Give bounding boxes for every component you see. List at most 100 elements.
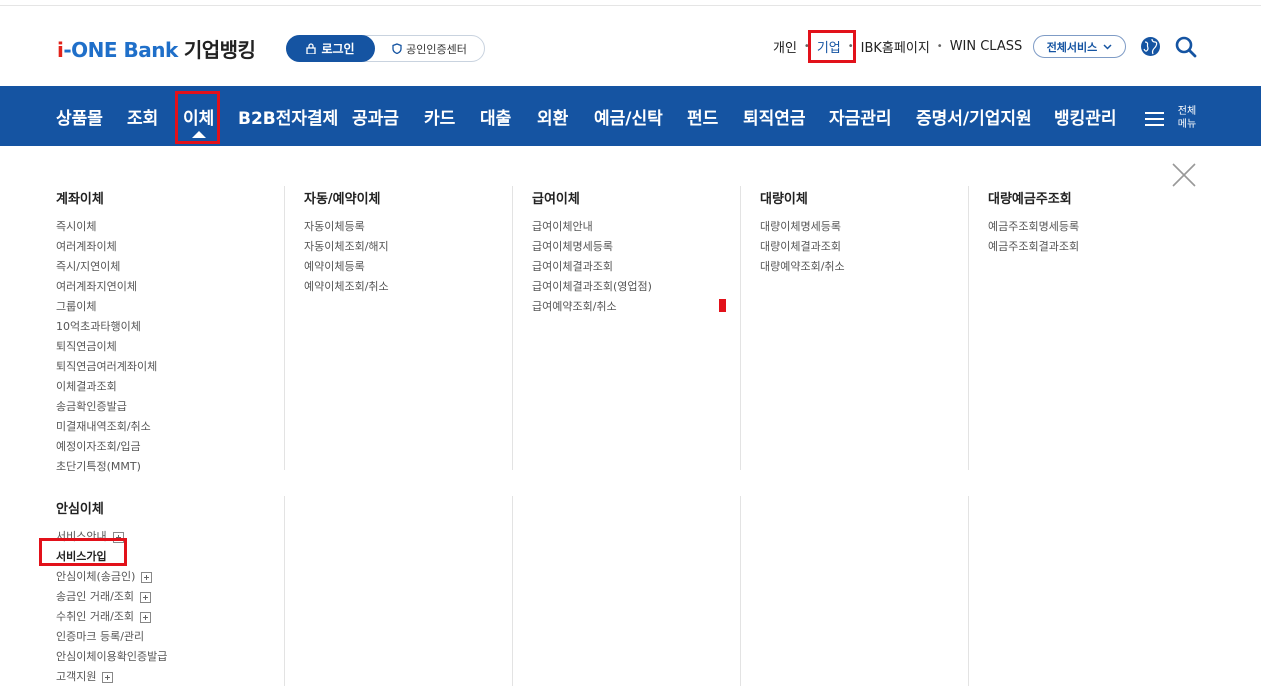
menu-item-instant-transfer[interactable]: 즉시이체	[56, 217, 157, 237]
nav-item-banking-mgmt[interactable]: 뱅킹관리	[1054, 104, 1117, 129]
menu-group-auto-transfer: 자동/예약이체 자동이체등록 자동이체조회/해지 예약이체등록 예약이체조회/취…	[304, 188, 389, 297]
menu-item-label: 고객지원	[56, 670, 97, 683]
menu-item-bulk-scheduled[interactable]: 대량예약조회/취소	[760, 257, 845, 277]
menu-item-scheduled-register[interactable]: 예약이체등록	[304, 257, 389, 277]
menu-item-transfer-result[interactable]: 이체결과조회	[56, 377, 157, 397]
menu-item-depositor-result[interactable]: 예금주조회결과조회	[988, 237, 1079, 257]
menu-item-unsettled-history[interactable]: 미결재내역조회/취소	[56, 417, 157, 437]
menu-group-title: 급여이체	[532, 192, 580, 207]
menu-item-group-transfer[interactable]: 그룹이체	[56, 297, 157, 317]
util-link-personal[interactable]: 개인	[773, 37, 797, 56]
menu-item-auto-register[interactable]: 자동이체등록	[304, 217, 389, 237]
menu-item-salary-result[interactable]: 급여이체결과조회	[532, 257, 652, 277]
highlight-box-business	[808, 30, 856, 63]
menu-item-auto-inquiry[interactable]: 자동이체조회/해지	[304, 237, 389, 257]
all-services-dropdown[interactable]: 전체서비스	[1033, 35, 1126, 58]
full-menu-label-1: 전체	[1177, 106, 1197, 117]
column-divider	[968, 496, 969, 686]
menu-group-title: 계좌이체	[56, 192, 104, 207]
column-divider	[740, 496, 741, 686]
full-menu-label-2: 메뉴	[1177, 119, 1197, 130]
menu-item-cert-mark[interactable]: 인증마크 등록/관리	[56, 627, 167, 647]
util-link-ibk-home[interactable]: IBK홈페이지	[861, 37, 930, 56]
lock-icon	[306, 42, 317, 54]
util-link-win-class[interactable]: WIN CLASS	[950, 39, 1023, 54]
nav-item-products[interactable]: 상품몰	[56, 104, 103, 129]
menu-item-multi-account-transfer[interactable]: 여러계좌이체	[56, 237, 157, 257]
nav-item-deposit[interactable]: 예금/신탁	[594, 104, 663, 129]
column-divider	[512, 186, 513, 470]
login-button[interactable]: 로그인	[286, 34, 375, 62]
nav-item-utilities[interactable]: 공과금	[352, 104, 399, 129]
nav-item-certificates[interactable]: 증명서/기업지원	[916, 104, 1032, 129]
logo-brand: -ONE Bank	[63, 38, 178, 62]
nav-item-pension[interactable]: 퇴직연금	[743, 104, 806, 129]
column-divider	[512, 496, 513, 686]
menu-group-title: 안심이체	[56, 502, 104, 517]
cert-center-button[interactable]: 공인인증센터	[375, 41, 484, 57]
menu-item-salary-guide[interactable]: 급여이체안내	[532, 217, 652, 237]
highlight-box-service-join	[39, 538, 127, 566]
menu-item-mmt[interactable]: 초단기특정(MMT)	[56, 457, 157, 477]
menu-group-title: 자동/예약이체	[304, 192, 381, 207]
logo-sub: 기업뱅킹	[183, 38, 256, 62]
close-icon[interactable]	[1172, 163, 1196, 187]
menu-item-remittance-certificate[interactable]: 송금확인증발급	[56, 397, 157, 417]
menu-item-depositor-register[interactable]: 예금주조회명세등록	[988, 217, 1079, 237]
menu-item-pension-multi-transfer[interactable]: 퇴직연금여러계좌이체	[56, 357, 157, 377]
column-divider	[968, 186, 969, 470]
column-divider	[284, 186, 285, 470]
all-services-label: 전체서비스	[1046, 40, 1098, 54]
nav-item-fund-mgmt[interactable]: 자금관리	[829, 104, 892, 129]
search-icon[interactable]	[1175, 36, 1197, 58]
menu-item-safe-certificate[interactable]: 안심이체이용확인증발급	[56, 647, 167, 667]
column-divider	[740, 186, 741, 470]
menu-item-bulk-result[interactable]: 대량이체결과조회	[760, 237, 845, 257]
ibk-logo[interactable]: i-ONE Bank 기업뱅킹	[57, 34, 256, 63]
nav-item-inquiry[interactable]: 조회	[127, 104, 158, 129]
menu-item-pension-transfer[interactable]: 퇴직연금이체	[56, 337, 157, 357]
auth-toggle: 로그인 공인인증센터	[286, 34, 485, 62]
menu-item-receiver-transactions[interactable]: 수취인 거래/조회	[56, 607, 167, 627]
menu-item-label: 송금인 거래/조회	[56, 590, 135, 603]
menu-group-bulk-transfer: 대량이체 대량이체명세등록 대량이체결과조회 대량예약조회/취소	[760, 188, 845, 277]
menu-group-title: 대량예금주조회	[988, 192, 1072, 207]
column-divider	[284, 496, 285, 686]
menu-item-large-interbank-transfer[interactable]: 10억초과타행이체	[56, 317, 157, 337]
chevron-down-icon	[1103, 43, 1112, 50]
plus-icon[interactable]	[102, 671, 114, 683]
highlight-box-transfer	[175, 91, 220, 144]
nav-item-card[interactable]: 카드	[424, 104, 455, 129]
plus-icon[interactable]	[140, 591, 152, 603]
menu-group-salary-transfer: 급여이체 급여이체안내 급여이체명세등록 급여이체결과조회 급여이체결과조회(영…	[532, 188, 652, 317]
menu-item-label: 수취인 거래/조회	[56, 610, 135, 623]
nav-item-loan[interactable]: 대출	[480, 104, 511, 129]
util-separator: •	[936, 41, 943, 52]
hamburger-icon[interactable]	[1145, 112, 1164, 126]
menu-item-instant-delayed-transfer[interactable]: 즉시/지연이체	[56, 257, 157, 277]
plus-icon[interactable]	[140, 611, 152, 623]
menu-item-scheduled-inquiry[interactable]: 예약이체조회/취소	[304, 277, 389, 297]
plus-icon[interactable]	[141, 571, 153, 583]
cert-label: 공인인증센터	[406, 42, 467, 56]
red-marker	[719, 299, 726, 312]
menu-item-salary-register[interactable]: 급여이체명세등록	[532, 237, 652, 257]
menu-item-multi-delayed-transfer[interactable]: 여러계좌지연이체	[56, 277, 157, 297]
full-menu-label[interactable]: 전체 메뉴	[1173, 105, 1201, 131]
menu-item-sender-transactions[interactable]: 송금인 거래/조회	[56, 587, 167, 607]
globe-icon[interactable]	[1140, 36, 1161, 57]
menu-group-safe-transfer: 안심이체 서비스안내 서비스가입 안심이체(송금인) 송금인 거래/조회 수취인…	[56, 498, 167, 687]
nav-item-fund[interactable]: 펀드	[687, 104, 718, 129]
top-divider	[0, 5, 1261, 6]
menu-item-salary-result-branch[interactable]: 급여이체결과조회(영업점)	[532, 277, 652, 297]
nav-item-forex[interactable]: 외환	[537, 104, 568, 129]
menu-item-bulk-register[interactable]: 대량이체명세등록	[760, 217, 845, 237]
menu-item-customer-support[interactable]: 고객지원	[56, 667, 167, 687]
menu-item-safe-sender[interactable]: 안심이체(송금인)	[56, 567, 167, 587]
nav-item-b2b[interactable]: B2B전자결제	[238, 104, 338, 129]
shield-icon	[392, 43, 402, 54]
menu-group-account-transfer: 계좌이체 즉시이체 여러계좌이체 즉시/지연이체 여러계좌지연이체 그룹이체 1…	[56, 188, 157, 477]
menu-group-bulk-deposit: 대량예금주조회 예금주조회명세등록 예금주조회결과조회	[988, 188, 1079, 257]
menu-item-expected-interest[interactable]: 예정이자조회/입금	[56, 437, 157, 457]
menu-item-salary-scheduled[interactable]: 급여예약조회/취소	[532, 297, 652, 317]
